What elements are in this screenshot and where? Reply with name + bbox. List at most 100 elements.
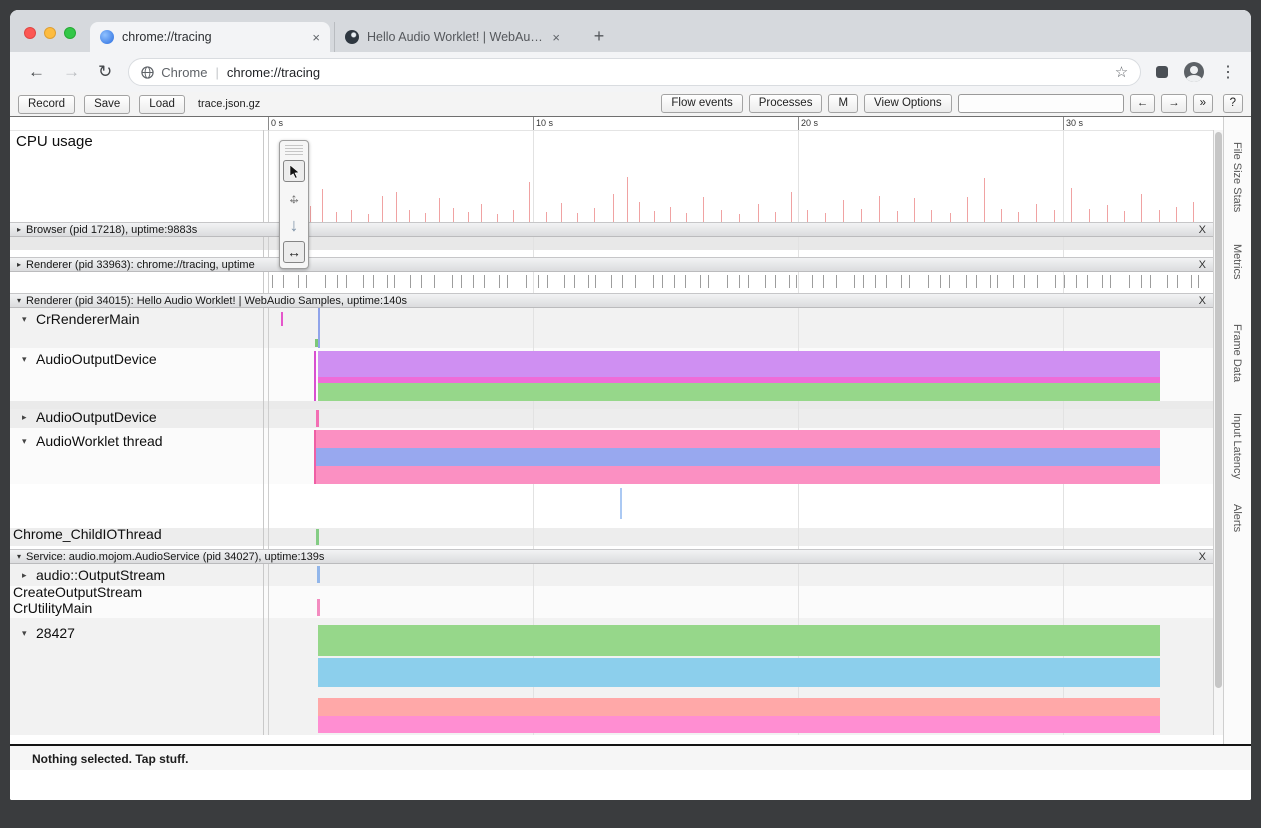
extension-icon[interactable] <box>1156 66 1168 78</box>
trace-event-tick[interactable] <box>499 275 500 288</box>
thread-label-28427[interactable]: ▾ 28427 <box>22 625 75 641</box>
trace-event-mark[interactable] <box>317 599 320 616</box>
trace-event-tick[interactable] <box>1177 275 1178 288</box>
trace-event-tick[interactable] <box>394 275 395 288</box>
trace-event-tick[interactable] <box>1150 275 1151 288</box>
trace-event-tick[interactable] <box>700 275 701 288</box>
trace-event-tick[interactable] <box>1129 275 1130 288</box>
browser-menu-icon[interactable]: ⋮ <box>1220 62 1236 82</box>
trace-event-mark[interactable] <box>316 529 319 545</box>
trace-event-tick[interactable] <box>1167 275 1168 288</box>
trace-event-tick[interactable] <box>410 275 411 288</box>
trace-event-tick[interactable] <box>1191 275 1192 288</box>
tab-webaudio[interactable]: Hello Audio Worklet! | WebAud... × <box>334 22 570 52</box>
trace-event-tick[interactable] <box>574 275 575 288</box>
close-track-button[interactable]: X <box>1199 551 1206 563</box>
trace-event-tick[interactable] <box>886 275 887 288</box>
trace-event-tick[interactable] <box>461 275 462 288</box>
expand-icon[interactable]: ▸ <box>22 412 36 423</box>
trace-event-tick[interactable] <box>949 275 950 288</box>
expand-icon[interactable]: ▸ <box>17 225 21 234</box>
trace-event-tick[interactable] <box>1102 275 1103 288</box>
process-header-audio-service[interactable]: ▾ Service: audio.mojom.AudioService (pid… <box>10 549 1213 564</box>
trace-event-tick[interactable] <box>588 275 589 288</box>
trace-event-tick[interactable] <box>739 275 740 288</box>
processes-button[interactable]: Processes <box>749 94 823 113</box>
trace-event-tick[interactable] <box>484 275 485 288</box>
trace-event-mark[interactable] <box>318 308 320 348</box>
record-button[interactable]: Record <box>18 95 75 114</box>
trace-event-tick[interactable] <box>387 275 388 288</box>
collapse-icon[interactable]: ▾ <box>22 628 36 639</box>
close-track-button[interactable]: X <box>1199 224 1206 236</box>
trace-event-tick[interactable] <box>547 275 548 288</box>
trace-event-tick[interactable] <box>854 275 855 288</box>
audioservice-slice[interactable] <box>318 716 1160 733</box>
profile-avatar[interactable] <box>1184 62 1204 82</box>
metrics-button[interactable]: M <box>828 94 858 113</box>
trace-event-tick[interactable] <box>708 275 709 288</box>
trace-event-tick[interactable] <box>622 275 623 288</box>
trace-event-tick[interactable] <box>298 275 299 288</box>
collapse-icon[interactable]: ▾ <box>17 296 21 305</box>
zoom-tool-button[interactable]: ↓ <box>283 214 305 236</box>
trace-event-tick[interactable] <box>373 275 374 288</box>
trace-event-tick[interactable] <box>1087 275 1088 288</box>
trace-event-tick[interactable] <box>662 275 663 288</box>
trace-event-tick[interactable] <box>909 275 910 288</box>
timing-tool-button[interactable]: ↔ <box>283 241 305 263</box>
trace-event-tick[interactable] <box>863 275 864 288</box>
trace-event-mark[interactable] <box>315 339 318 347</box>
save-button[interactable]: Save <box>84 95 130 114</box>
sidebar-tab-input-latency[interactable]: Input Latency <box>1231 413 1243 479</box>
trace-event-tick[interactable] <box>823 275 824 288</box>
load-button[interactable]: Load <box>139 95 185 114</box>
trace-event-tick[interactable] <box>928 275 929 288</box>
trace-event-tick[interactable] <box>1198 275 1199 288</box>
trace-event-tick[interactable] <box>966 275 967 288</box>
collapse-icon[interactable]: ▾ <box>22 436 36 447</box>
pan-tool-button[interactable]: ↔ ↕ <box>283 187 305 209</box>
help-button[interactable]: ? <box>1223 94 1243 113</box>
trace-event-tick[interactable] <box>775 275 776 288</box>
sidebar-tab-alerts[interactable]: Alerts <box>1231 504 1243 532</box>
forward-icon[interactable]: → <box>63 62 80 82</box>
audiooutputdevice-slice[interactable] <box>318 383 1160 401</box>
trace-event-tick[interactable] <box>875 275 876 288</box>
trace-event-tick[interactable] <box>1110 275 1111 288</box>
close-window-button[interactable] <box>24 27 36 39</box>
trace-event-tick[interactable] <box>1141 275 1142 288</box>
trace-event-tick[interactable] <box>1024 275 1025 288</box>
overflow-button[interactable]: » <box>1193 94 1213 113</box>
audiooutputdevice-slice[interactable] <box>318 351 1160 377</box>
expand-icon[interactable]: ▸ <box>22 570 36 581</box>
close-track-button[interactable]: X <box>1199 295 1206 307</box>
find-next-button[interactable]: → <box>1161 94 1187 113</box>
trace-event-tick[interactable] <box>674 275 675 288</box>
trace-event-mark[interactable] <box>314 430 316 484</box>
trace-event-tick[interactable] <box>940 275 941 288</box>
sidebar-tab-frame-data[interactable]: Frame Data <box>1231 324 1243 382</box>
sidebar-tab-metrics[interactable]: Metrics <box>1231 244 1243 279</box>
trace-event-tick[interactable] <box>685 275 686 288</box>
trace-event-tick[interactable] <box>595 275 596 288</box>
palette-drag-handle[interactable] <box>285 145 303 155</box>
thread-label-outputstream[interactable]: ▸ audio::OutputStream <box>22 567 165 583</box>
bookmark-star-icon[interactable]: ☆ <box>1115 63 1128 81</box>
process-header-browser[interactable]: ▸ Browser (pid 17218), uptime:9883s X <box>10 222 1213 237</box>
trace-event-tick[interactable] <box>748 275 749 288</box>
vertical-scrollbar[interactable] <box>1213 130 1223 735</box>
thread-label-createoutputstream[interactable]: CreateOutputStream <box>13 584 142 600</box>
trace-event-mark[interactable] <box>620 488 622 519</box>
audioservice-slice[interactable] <box>318 658 1160 687</box>
trace-event-tick[interactable] <box>538 275 539 288</box>
trace-event-tick[interactable] <box>564 275 565 288</box>
trace-event-tick[interactable] <box>337 275 338 288</box>
thread-label-crrenderermain[interactable]: ▾ CrRendererMain <box>22 311 139 327</box>
omnibox[interactable]: Chrome | chrome://tracing ☆ <box>128 58 1141 86</box>
minimize-window-button[interactable] <box>44 27 56 39</box>
audioworklet-slice[interactable] <box>316 448 1160 466</box>
trace-event-tick[interactable] <box>653 275 654 288</box>
scrollbar-thumb[interactable] <box>1215 132 1222 688</box>
trace-event-tick[interactable] <box>452 275 453 288</box>
